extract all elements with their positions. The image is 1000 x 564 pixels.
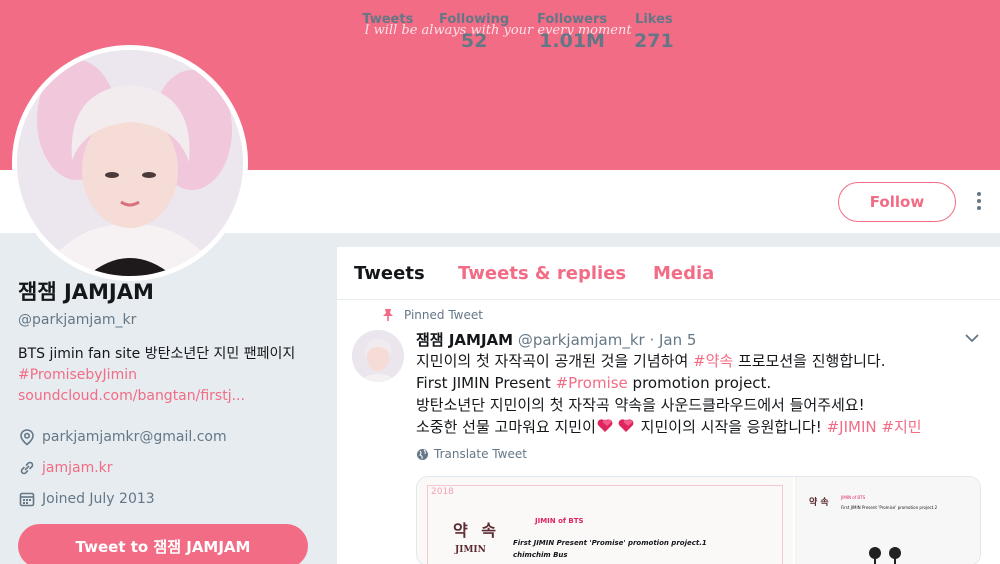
media-image-2[interactable]: 약 속 JIMIN of BTS First JIMIN Present 'Pr… — [797, 477, 980, 564]
tweet-line: 소중한 선물 고마워요 지민이 지민이의 시작을 응원합니다! #JIMIN #… — [416, 416, 986, 438]
stat-label: Followers — [537, 12, 608, 27]
media-brand: JIMIN of BTS — [535, 517, 584, 525]
media-brand: JIMIN of BTS — [841, 495, 866, 500]
tweet-line: 지민이의 첫 자작곡이 공개된 것을 기념하여 #약속 프로모션을 진행합니다. — [416, 350, 986, 372]
tweet-to-button[interactable]: Tweet to 잼잼 JAMJAM — [18, 524, 308, 564]
media-title: 약 속 — [809, 498, 829, 508]
translate-tweet[interactable]: Translate Tweet — [416, 447, 527, 461]
stat-likes[interactable]: Likes 271 — [634, 12, 674, 52]
profile-website-row: jamjam.kr — [18, 458, 318, 478]
hashtag-link[interactable]: #지민 — [881, 418, 921, 436]
tweet-avatar[interactable] — [352, 330, 404, 382]
profile-joined: Joined July 2013 — [42, 491, 155, 507]
hashtag-link[interactable]: #약속 — [693, 352, 733, 370]
timeline-tabs: Tweets Tweets & replies Media — [337, 247, 1000, 300]
tab-media[interactable]: Media — [653, 263, 714, 284]
stat-tweets[interactable]: Tweets 14.9K — [341, 12, 435, 63]
link-icon — [20, 461, 34, 475]
pinned-indicator: Pinned Tweet — [383, 308, 494, 322]
profile-avatar[interactable] — [12, 45, 248, 281]
stat-value: 271 — [634, 30, 674, 52]
translate-label: Translate Tweet — [434, 447, 527, 461]
stat-value: 1.01M — [539, 30, 605, 52]
profile-joined-row: Joined July 2013 — [18, 489, 318, 509]
tweet-author[interactable]: 잼잼 JAMJAM — [416, 331, 513, 349]
profile-bio: BTS jimin fan site 방탄소년단 지민 팬페이지 #Promis… — [18, 344, 310, 407]
profile-handle: @parkjamjam_kr — [18, 312, 137, 328]
calendar-icon — [19, 492, 35, 507]
tweet-text-segment: First JIMIN Present — [416, 374, 556, 392]
chevron-down-icon[interactable] — [965, 333, 979, 343]
pinned-label: Pinned Tweet — [404, 308, 483, 322]
media-line: First JIMIN Present 'Promise' promotion … — [513, 539, 707, 547]
media-title: 약 속 — [453, 521, 501, 540]
profile-sidebar: 잼잼 JAMJAM @parkjamjam_kr BTS jimin fan s… — [18, 276, 318, 509]
bio-link[interactable]: soundcloud.com/bangtan/firstj... — [18, 388, 245, 404]
tweet-text-segment: 프로모션을 진행합니다. — [733, 352, 886, 370]
tweet-text: 지민이의 첫 자작곡이 공개된 것을 기념하여 #약속 프로모션을 진행합니다.… — [416, 350, 986, 438]
profile-location-row: parkjamjamkr@gmail.com — [18, 427, 318, 447]
tweet-line: First JIMIN Present #Promise promotion p… — [416, 372, 986, 394]
tab-tweets[interactable]: Tweets — [354, 263, 425, 284]
globe-icon — [417, 448, 428, 460]
tweet-media[interactable]: 2018 약 속 JIMIN JIMIN of BTS First JIMIN … — [416, 476, 981, 564]
hearts-emoji-icon — [597, 419, 634, 432]
profile-name: 잼잼 JAMJAM — [18, 280, 154, 304]
stat-label: Likes — [635, 12, 673, 27]
hashtag-link[interactable]: #JIMIN — [827, 418, 877, 436]
stat-following[interactable]: Following 52 — [439, 12, 509, 52]
avatar-image — [17, 50, 243, 276]
bio-hashtag[interactable]: #PromisebyJimin — [18, 367, 137, 383]
hashtag-link[interactable]: #Promise — [556, 374, 628, 392]
profile-website-link[interactable]: jamjam.kr — [42, 460, 113, 476]
bio-text: BTS jimin fan site 방탄소년단 지민 팬페이지 — [18, 346, 296, 362]
stat-followers[interactable]: Followers 1.01M — [537, 12, 607, 52]
tweet-handle-date[interactable]: @parkjamjam_kr · Jan 5 — [518, 331, 697, 349]
follow-button[interactable]: Follow — [838, 182, 956, 222]
tweet-text-segment: 지민이의 첫 자작곡이 공개된 것을 기념하여 — [416, 352, 694, 370]
stat-label: Tweets — [362, 12, 414, 27]
stat-value: 52 — [460, 30, 488, 52]
tweet-header: 잼잼 JAMJAM @parkjamjam_kr · Jan 5 — [416, 329, 696, 350]
tweet-avatar-illustration — [352, 330, 404, 382]
location-pin-icon — [20, 429, 34, 446]
media-year: 2018 — [431, 487, 454, 497]
stat-label: Following — [439, 12, 510, 27]
timeline: Tweets Tweets & replies Media Pinned Twe… — [337, 247, 1000, 564]
tweet-text-segment: promotion project. — [627, 374, 772, 392]
media-image-1[interactable]: 2018 약 속 JIMIN JIMIN of BTS First JIMIN … — [417, 477, 795, 564]
avatar-illustration — [17, 50, 243, 276]
media-line: First JIMIN Present 'Promise' promotion … — [841, 505, 938, 510]
lamp-icon — [869, 547, 901, 564]
tweet-line: 방탄소년단 지민이의 첫 자작곡 약속을 사운드클라우드에서 들어주세요! — [416, 396, 865, 414]
more-options-icon[interactable] — [973, 192, 985, 214]
tab-tweets-replies[interactable]: Tweets & replies — [458, 263, 626, 284]
stat-value: 14.9K — [357, 30, 419, 52]
tweet-text-segment: 소중한 선물 고마워요 지민이 — [416, 418, 596, 436]
profile-email: parkjamjamkr@gmail.com — [42, 429, 227, 445]
media-line: chimchim Bus — [513, 551, 568, 559]
media-subtitle: JIMIN — [455, 545, 486, 555]
pin-icon — [383, 309, 393, 321]
tweet-text-segment: 지민이의 시작을 응원합니다! — [635, 418, 827, 436]
